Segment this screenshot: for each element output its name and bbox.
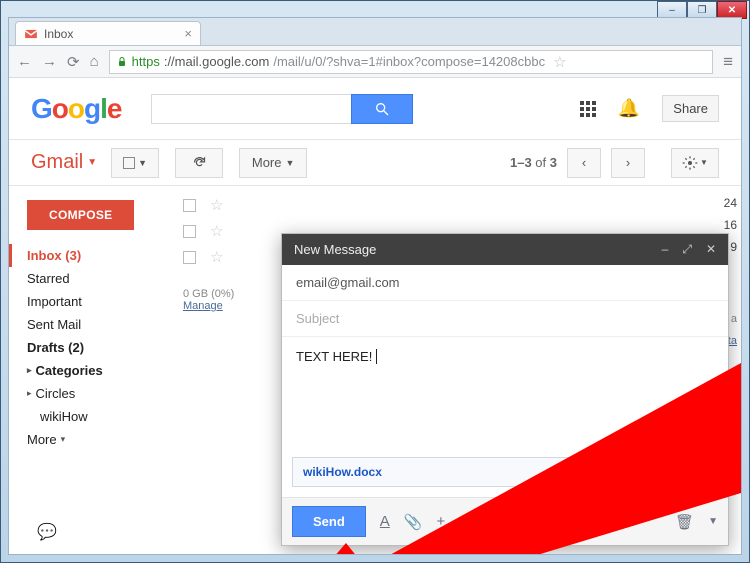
gear-icon [682,155,698,171]
pager-text: 1–3 of 3 [510,155,557,170]
discard-trash-icon[interactable]: 🗑 [675,513,694,531]
sidebar-item-drafts[interactable]: Drafts (2) [27,336,179,359]
gmail-toolbar: Gmail ▼ ▼ More ▼ 1–3 of 3 ‹ › [9,140,741,186]
compose-close-icon[interactable]: ✕ [706,242,716,257]
url-path: /mail/u/0/?shva=1#inbox?compose=14208cbb… [273,54,545,69]
row-star-icon[interactable]: ☆ [210,196,223,214]
chevron-down-icon: ▼ [87,157,97,168]
google-logo: Google [31,93,121,125]
pager-prev-button[interactable]: ‹ [567,148,601,178]
gmail-favicon-icon [24,27,38,41]
more-options-icon[interactable]: ▼ [708,516,718,527]
os-titlebar: – ❐ ✕ [1,1,749,17]
forward-button[interactable]: → [42,53,57,71]
lock-icon [116,56,128,68]
attachment-remove-icon[interactable]: × [700,465,707,479]
reload-button[interactable]: ⟳ [67,53,80,71]
sidebar-item-inbox[interactable]: Inbox (3) [9,244,179,267]
sidebar-item-more[interactable]: More▾ [27,428,179,451]
tab-strip: Inbox × [9,18,741,46]
hangouts-icon[interactable]: 💬 [37,522,57,542]
os-window: – ❐ ✕ Inbox × ← → ⟳ ⌂ https [0,0,750,563]
compose-to-field[interactable]: email@gmail.com [282,265,728,301]
compose-footer: Send A 📎 + 🗑 ▼ [282,497,728,545]
sidebar-item-categories[interactable]: ▸Categories [27,359,179,382]
refresh-button[interactable] [175,148,223,178]
refresh-icon [192,155,207,170]
compose-minimize-icon[interactable]: – [662,242,669,257]
share-button[interactable]: Share [662,95,719,122]
browser-tab[interactable]: Inbox × [15,21,201,45]
caret-right-icon: ▸ [27,388,32,399]
manage-storage-link[interactable]: Manage [183,300,223,312]
compose-title: New Message [294,242,376,257]
compose-attachment[interactable]: wikiHow.docx × [292,457,718,487]
compose-subject-field[interactable]: Subject [282,301,728,337]
row-checkbox[interactable] [183,199,196,212]
row-star-icon[interactable]: ☆ [210,222,223,240]
formatting-icon[interactable]: A [380,513,390,530]
compose-expand-icon[interactable]: ⤢ [682,242,692,257]
sidebar-item-important[interactable]: Important [27,290,179,313]
search-input[interactable] [151,94,351,124]
search-button[interactable] [351,94,413,124]
more-button[interactable]: More ▼ [239,148,307,178]
search-icon [374,101,390,117]
chevron-down-icon: ▾ [61,434,66,445]
text-cursor [372,349,377,364]
sidebar-item-circles[interactable]: ▸Circles [27,382,179,405]
sidebar-item-sent[interactable]: Sent Mail [27,313,179,336]
search-box [151,94,413,124]
sidebar-item-starred[interactable]: Starred [27,267,179,290]
attach-icon[interactable]: 📎 [404,513,423,531]
address-bar[interactable]: https ://mail.google.com /mail/u/0/?shva… [109,50,713,74]
back-button[interactable]: ← [17,53,32,71]
browser-toolbar: ← → ⟳ ⌂ https ://mail.google.com /mail/u… [9,46,741,78]
google-bar: Google 🔔 Share [9,78,741,140]
browser-window: Inbox × ← → ⟳ ⌂ https ://mail.google.com… [8,17,742,555]
sidebar: COMPOSE Inbox (3) Starred Important Sent… [9,186,179,554]
compose-body[interactable]: TEXT HERE! [282,337,728,457]
mail-row[interactable]: ☆ [179,192,741,218]
notifications-bell-icon[interactable]: 🔔 [618,98,640,119]
bookmark-star-icon[interactable]: ☆ [553,53,566,71]
home-button[interactable]: ⌂ [90,53,99,71]
url-host: ://mail.google.com [164,54,270,69]
chevron-down-icon: ▼ [138,158,147,168]
caret-right-icon: ▸ [27,365,32,376]
chevron-down-icon: ▼ [700,158,708,167]
tab-title: Inbox [44,27,73,41]
gmail-switcher[interactable]: Gmail ▼ [31,151,97,174]
insert-plus-icon[interactable]: + [437,513,446,530]
row-star-icon[interactable]: ☆ [210,248,223,266]
settings-button[interactable]: ▼ [671,148,719,178]
tab-close-icon[interactable]: × [184,26,192,41]
url-scheme: https [132,54,160,69]
browser-menu-icon[interactable]: ≡ [723,52,733,72]
compose-header[interactable]: New Message – ⤢ ✕ [282,234,728,265]
chevron-down-icon: ▼ [285,158,294,168]
compose-window: New Message – ⤢ ✕ email@gmail.com Subjec… [281,233,729,546]
page: Google 🔔 Share Gmail ▼ [9,78,741,554]
row-checkbox[interactable] [183,225,196,238]
attachment-name: wikiHow.docx [303,465,382,479]
send-button[interactable]: Send [292,506,366,537]
apps-grid-icon[interactable] [580,101,596,117]
row-checkbox[interactable] [183,251,196,264]
select-all-button[interactable]: ▼ [111,148,159,178]
pager-next-button[interactable]: › [611,148,645,178]
compose-button[interactable]: COMPOSE [27,200,134,230]
sidebar-item-wikihow[interactable]: wikiHow [27,405,179,428]
